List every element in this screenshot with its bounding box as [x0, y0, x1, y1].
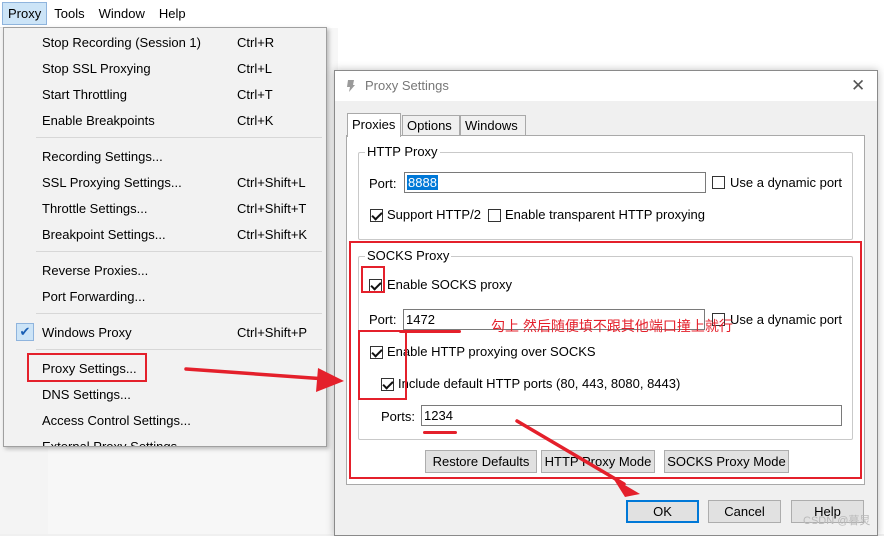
menu-item-shortcut: Ctrl+Shift+K: [237, 227, 308, 242]
menu-separator: [36, 349, 322, 350]
menu-item-label: Stop Recording (Session 1): [42, 35, 201, 50]
menu-separator: [36, 137, 322, 138]
menubar: Proxy Tools Window Help: [0, 0, 326, 28]
annotation-box-enable-socks: [361, 266, 385, 293]
menu-item-dns-settings[interactable]: DNS Settings...: [4, 382, 326, 406]
annotation-note: 勾上 然后随便填不跟其他端口撞上就行: [491, 318, 733, 334]
menu-item-label: Start Throttling: [42, 87, 128, 102]
menu-item-label: Enable Breakpoints: [42, 113, 155, 128]
menu-item-shortcut: Ctrl+L: [237, 61, 273, 76]
annotation-underline-port: [399, 330, 461, 333]
tab-options[interactable]: Options: [402, 115, 460, 136]
dialog-title: Proxy Settings: [365, 78, 449, 93]
menu-item-label: Stop SSL Proxying: [42, 61, 151, 76]
menu-item-label: Port Forwarding...: [42, 289, 146, 304]
menu-item-label: Breakpoint Settings...: [42, 227, 166, 242]
transparent-proxying-label: Enable transparent HTTP proxying: [505, 207, 705, 222]
menu-separator: [36, 313, 322, 314]
close-icon[interactable]: ✕: [851, 76, 865, 96]
port-label: Port:: [369, 176, 397, 191]
menu-item-port-forwarding[interactable]: Port Forwarding...: [4, 284, 326, 308]
cancel-button[interactable]: Cancel: [708, 500, 781, 523]
support-http2-label: Support HTTP/2: [387, 207, 481, 222]
annotation-box-http-over-socks: [358, 330, 407, 400]
annotation-highlight-proxy-settings: [27, 353, 147, 382]
transparent-proxying-checkbox[interactable]: [488, 209, 501, 222]
menu-item-recording-settings[interactable]: Recording Settings...: [4, 144, 326, 168]
menu-proxy[interactable]: Proxy: [2, 2, 48, 25]
menu-item-start-throttling[interactable]: Start Throttling Ctrl+T: [4, 82, 326, 106]
dialog-titlebar: Proxy Settings ✕: [335, 71, 877, 101]
dynamic-port-label: Use a dynamic port: [730, 175, 842, 190]
menu-item-label: DNS Settings...: [42, 387, 131, 402]
menu-item-shortcut: Ctrl+Shift+T: [237, 201, 307, 216]
tab-windows[interactable]: Windows: [460, 115, 526, 136]
menu-window[interactable]: Window: [92, 2, 152, 25]
http-proxy-group: HTTP Proxy Port: 8888 Use a dynamic port…: [358, 144, 853, 240]
menu-item-access-control-settings[interactable]: Access Control Settings...: [4, 408, 326, 432]
menu-item-shortcut: Ctrl+T: [237, 87, 273, 102]
menu-item-label: External Proxy Settings...: [42, 439, 188, 447]
menu-item-shortcut: Ctrl+Shift+L: [237, 175, 306, 190]
http-dynamic-port-checkbox[interactable]: [712, 176, 725, 189]
watermark: CSDN @暮炅: [803, 515, 871, 527]
menu-item-shortcut: Ctrl+K: [237, 113, 274, 128]
menu-item-label: Windows Proxy: [42, 325, 132, 340]
menu-item-breakpoint-settings[interactable]: Breakpoint Settings... Ctrl+Shift+K: [4, 222, 326, 246]
menu-item-label: Recording Settings...: [42, 149, 163, 164]
annotation-underline-ports: [423, 431, 457, 434]
check-icon: ✔: [16, 323, 34, 341]
menu-item-external-proxy-settings[interactable]: External Proxy Settings...: [4, 434, 326, 447]
group-label: HTTP Proxy: [365, 144, 440, 159]
menu-help[interactable]: Help: [152, 2, 193, 25]
app-icon: [347, 80, 355, 92]
menu-item-stop-recording[interactable]: Stop Recording (Session 1) Ctrl+R: [4, 30, 326, 54]
http-port-value: 8888: [407, 175, 438, 190]
menu-item-label: Throttle Settings...: [42, 201, 148, 216]
menu-item-windows-proxy[interactable]: ✔ Windows Proxy Ctrl+Shift+P: [4, 320, 326, 344]
menu-item-label: Reverse Proxies...: [42, 263, 149, 278]
menu-item-label: Access Control Settings...: [42, 413, 191, 428]
proxy-dropdown-menu: Stop Recording (Session 1) Ctrl+R Stop S…: [3, 27, 327, 447]
annotation-box-socks-section: [349, 241, 862, 479]
menu-item-label: SSL Proxying Settings...: [42, 175, 182, 190]
menu-item-reverse-proxies[interactable]: Reverse Proxies...: [4, 258, 326, 282]
tab-proxies[interactable]: Proxies: [347, 113, 401, 137]
http-port-field[interactable]: 8888: [404, 172, 706, 193]
ok-button[interactable]: OK: [626, 500, 699, 523]
menu-tools[interactable]: Tools: [47, 2, 91, 25]
menu-separator: [36, 251, 322, 252]
menu-item-stop-ssl-proxying[interactable]: Stop SSL Proxying Ctrl+L: [4, 56, 326, 80]
menu-item-throttle-settings[interactable]: Throttle Settings... Ctrl+Shift+T: [4, 196, 326, 220]
menu-item-shortcut: Ctrl+Shift+P: [237, 325, 308, 340]
menu-item-enable-breakpoints[interactable]: Enable Breakpoints Ctrl+K: [4, 108, 326, 132]
menu-item-ssl-proxying-settings[interactable]: SSL Proxying Settings... Ctrl+Shift+L: [4, 170, 326, 194]
menu-item-shortcut: Ctrl+R: [237, 35, 275, 50]
support-http2-checkbox[interactable]: [370, 209, 383, 222]
